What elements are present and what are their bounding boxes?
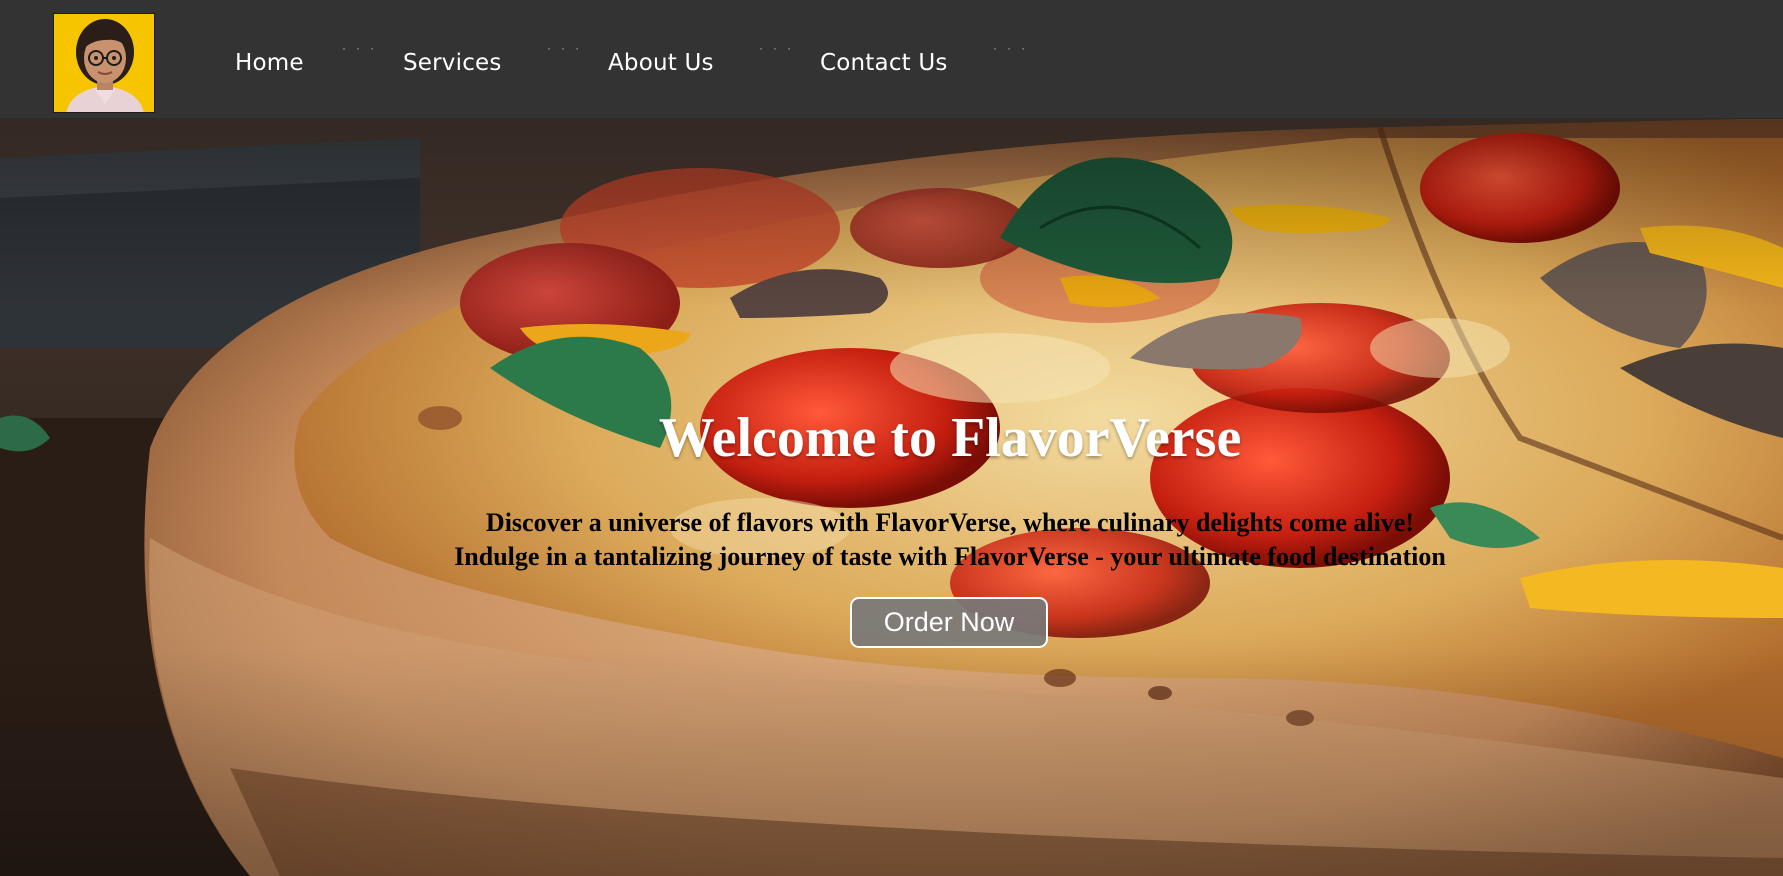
order-now-button[interactable]: Order Now (850, 597, 1048, 648)
hero-section: Welcome to FlavorVerse Discover a univer… (0, 118, 1783, 876)
profile-photo-icon (54, 14, 154, 112)
nav-services[interactable]: Services (403, 50, 502, 76)
nav-about-us[interactable]: About Us (608, 50, 714, 76)
nav-home[interactable]: Home (235, 50, 304, 76)
hero-tagline-2: Indulge in a tantalizing journey of tast… (454, 542, 1446, 571)
nav-contact-us[interactable]: Contact Us (820, 50, 948, 76)
top-navbar: Home · · · Services · · · About Us · · ·… (0, 0, 1783, 119)
nav-separator: · · · (546, 44, 582, 55)
landing-page: Home · · · Services · · · About Us · · ·… (0, 0, 1783, 876)
hero-tagline-1: Discover a universe of flavors with Flav… (485, 508, 1415, 537)
nav-separator: · · · (758, 44, 794, 55)
profile-avatar[interactable] (53, 13, 155, 113)
hero-title: Welcome to FlavorVerse (658, 407, 1242, 469)
hero-overlay (0, 118, 1783, 876)
nav-separator: · · · (341, 44, 377, 55)
nav-separator: · · · (992, 44, 1028, 55)
